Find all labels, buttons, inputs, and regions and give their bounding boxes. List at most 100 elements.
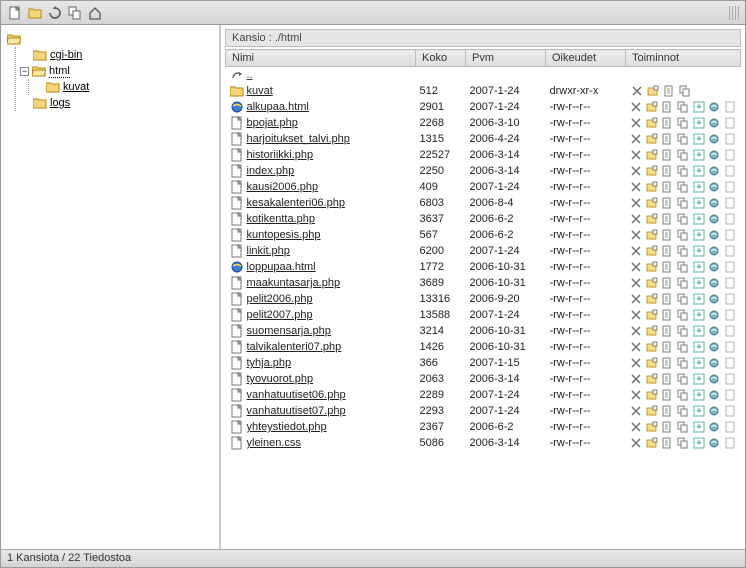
file-name[interactable]: maakuntasarja.php (247, 277, 341, 289)
tree-item-logs[interactable]: logs (20, 95, 215, 111)
download-icon[interactable] (692, 116, 706, 130)
delete-icon[interactable] (630, 436, 644, 450)
edit-icon[interactable] (661, 436, 675, 450)
col-date[interactable]: Pvm (466, 50, 546, 67)
open-icon[interactable] (723, 212, 737, 226)
delete-icon[interactable] (630, 340, 644, 354)
download-icon[interactable] (692, 308, 706, 322)
delete-icon[interactable] (630, 324, 644, 338)
delete-icon[interactable] (630, 84, 644, 98)
edit-icon[interactable] (661, 292, 675, 306)
refresh-icon[interactable] (47, 5, 63, 21)
home-icon[interactable] (87, 5, 103, 21)
copy-icon[interactable] (676, 260, 690, 274)
view-icon[interactable] (707, 292, 721, 306)
download-icon[interactable] (692, 244, 706, 258)
delete-icon[interactable] (630, 180, 644, 194)
view-icon[interactable] (707, 324, 721, 338)
file-name[interactable]: kausi2006.php (247, 181, 319, 193)
file-name[interactable]: yleinen.css (247, 437, 301, 449)
rename-icon[interactable] (645, 276, 659, 290)
file-name[interactable]: index.php (247, 165, 295, 177)
open-icon[interactable] (723, 372, 737, 386)
up-row[interactable]: .. (226, 67, 741, 84)
rename-icon[interactable] (645, 196, 659, 210)
rename-icon[interactable] (645, 164, 659, 178)
copy-icon[interactable] (676, 276, 690, 290)
file-name[interactable]: kuntopesis.php (247, 229, 321, 241)
rename-icon[interactable] (645, 340, 659, 354)
download-icon[interactable] (692, 100, 706, 114)
delete-icon[interactable] (630, 148, 644, 162)
edit-icon[interactable] (661, 404, 675, 418)
tree-label[interactable]: html (49, 65, 70, 78)
download-icon[interactable] (692, 388, 706, 402)
open-icon[interactable] (723, 276, 737, 290)
rename-icon[interactable] (645, 148, 659, 162)
rename-icon[interactable] (645, 292, 659, 306)
rename-icon[interactable] (645, 260, 659, 274)
copy-icon[interactable] (676, 180, 690, 194)
copy-icon[interactable] (676, 196, 690, 210)
file-name[interactable]: harjoitukset_talvi.php (247, 133, 350, 145)
edit-icon[interactable] (661, 228, 675, 242)
rename-icon[interactable] (646, 84, 660, 98)
col-name[interactable]: Nimi (226, 50, 416, 67)
file-name[interactable]: talvikalenteri07.php (247, 341, 342, 353)
tree-label[interactable]: kuvat (63, 81, 89, 93)
download-icon[interactable] (692, 436, 706, 450)
rename-icon[interactable] (645, 100, 659, 114)
tree-root[interactable] (7, 31, 215, 47)
download-icon[interactable] (692, 372, 706, 386)
delete-icon[interactable] (630, 100, 644, 114)
delete-icon[interactable] (630, 356, 644, 370)
open-icon[interactable] (723, 180, 737, 194)
open-icon[interactable] (723, 164, 737, 178)
edit-icon[interactable] (661, 356, 675, 370)
view-icon[interactable] (707, 212, 721, 226)
download-icon[interactable] (692, 196, 706, 210)
open-icon[interactable] (723, 292, 737, 306)
download-icon[interactable] (692, 340, 706, 354)
open-icon[interactable] (723, 420, 737, 434)
download-icon[interactable] (692, 420, 706, 434)
view-icon[interactable] (707, 132, 721, 146)
delete-icon[interactable] (630, 164, 644, 178)
copy-icon[interactable] (676, 116, 690, 130)
delete-icon[interactable] (630, 404, 644, 418)
edit-icon[interactable] (661, 164, 675, 178)
open-icon[interactable] (723, 388, 737, 402)
tree-label[interactable]: logs (50, 97, 70, 109)
rename-icon[interactable] (645, 324, 659, 338)
delete-icon[interactable] (630, 196, 644, 210)
view-icon[interactable] (707, 372, 721, 386)
new-folder-icon[interactable] (27, 5, 43, 21)
file-name[interactable]: pelit2006.php (247, 293, 313, 305)
view-icon[interactable] (707, 148, 721, 162)
download-icon[interactable] (692, 132, 706, 146)
view-icon[interactable] (707, 388, 721, 402)
col-perm[interactable]: Oikeudet (546, 50, 626, 67)
delete-icon[interactable] (630, 388, 644, 402)
delete-icon[interactable] (630, 212, 644, 226)
file-name[interactable]: kotikentta.php (247, 213, 316, 225)
copy-icon[interactable] (676, 420, 690, 434)
delete-icon[interactable] (630, 228, 644, 242)
rename-icon[interactable] (645, 244, 659, 258)
edit-icon[interactable] (661, 324, 675, 338)
rename-icon[interactable] (645, 356, 659, 370)
open-icon[interactable] (723, 260, 737, 274)
copy-icon[interactable] (676, 372, 690, 386)
view-icon[interactable] (707, 164, 721, 178)
new-file-icon[interactable] (7, 5, 23, 21)
file-name[interactable]: linkit.php (247, 245, 290, 257)
delete-icon[interactable] (630, 420, 644, 434)
download-icon[interactable] (692, 228, 706, 242)
edit-icon[interactable] (661, 100, 675, 114)
open-icon[interactable] (723, 228, 737, 242)
col-actions[interactable]: Toiminnot (626, 50, 741, 67)
file-name[interactable]: kesakalenteri06.php (247, 197, 345, 209)
view-icon[interactable] (707, 420, 721, 434)
delete-icon[interactable] (630, 276, 644, 290)
open-icon[interactable] (723, 244, 737, 258)
